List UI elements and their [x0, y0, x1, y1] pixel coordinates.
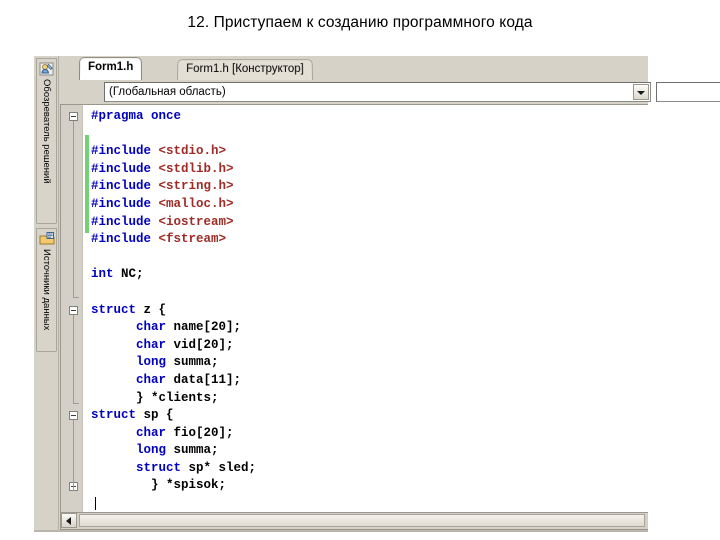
ide-window: Обозреватель решений Источники данных Fo…: [34, 56, 720, 532]
code-token: summa;: [166, 355, 219, 370]
code-token: fio[20];: [166, 425, 234, 440]
document-tab-strip: Form1.h Form1.h [Конструктор]: [59, 56, 648, 80]
scope-combo[interactable]: (Глобальная область): [104, 82, 651, 102]
horizontal-scrollbar[interactable]: [60, 513, 648, 530]
sidebar-item-data-sources[interactable]: Источники данных: [36, 228, 57, 352]
code-line: #include <malloc.h>: [91, 196, 647, 214]
code-editor[interactable]: #pragma once #include <stdio.h> #include …: [60, 104, 648, 513]
sidebar-item-label: Обозреватель решений: [41, 79, 52, 184]
code-line: int NC;: [91, 266, 647, 284]
code-line: char name[20];: [91, 319, 647, 337]
outline-bracket: [73, 314, 74, 403]
outlining-glyph-layer[interactable]: [61, 105, 91, 512]
code-token: struct: [91, 408, 137, 423]
code-token: #include: [91, 144, 159, 159]
code-line: struct z {: [91, 302, 647, 320]
code-token: #include: [91, 196, 159, 211]
collapse-toggle[interactable]: [69, 305, 78, 315]
scrollbar-thumb[interactable]: [79, 514, 645, 527]
code-token: <fstream>: [158, 232, 227, 247]
code-token: vid[20];: [166, 337, 234, 352]
code-line: char data[11];: [91, 372, 647, 390]
member-combo[interactable]: [656, 82, 720, 102]
code-token: char: [136, 320, 167, 335]
arrow-left-icon[interactable]: [61, 513, 77, 528]
collapse-toggle[interactable]: [69, 411, 78, 421]
code-line: long summa;: [91, 354, 647, 372]
code-token: long: [136, 355, 167, 370]
code-line: #include <stdlib.h>: [91, 161, 647, 179]
code-line: } *spisok;: [91, 477, 647, 495]
code-token: summa;: [166, 443, 219, 458]
code-line: struct sp* sled;: [91, 460, 647, 478]
code-token: <iostream>: [158, 214, 234, 229]
code-token: <stdio.h>: [158, 144, 227, 159]
code-token: NC;: [113, 267, 144, 282]
tab-form1-h-designer[interactable]: Form1.h [Конструктор]: [177, 59, 313, 80]
navigation-bar: (Глобальная область): [60, 80, 720, 104]
code-token: sp {: [136, 408, 174, 423]
collapse-toggle[interactable]: [69, 112, 78, 121]
solution-explorer-icon: [39, 61, 55, 77]
code-token: char: [136, 337, 167, 352]
code-line: } *clients;: [91, 390, 647, 408]
code-line: char fio[20];: [91, 425, 647, 443]
code-token: #include: [91, 232, 159, 247]
code-token: struct: [91, 302, 137, 317]
code-token: #include: [91, 161, 159, 176]
code-line: #include <string.h>: [91, 178, 647, 196]
outline-bracket: [73, 420, 74, 491]
code-token: <malloc.h>: [158, 196, 234, 211]
outline-bracket-end: [73, 297, 79, 298]
code-token: } *spisok;: [91, 478, 227, 493]
code-token: name[20];: [166, 320, 242, 335]
code-token: int: [91, 267, 114, 282]
code-line: struct sp {: [91, 407, 647, 425]
code-token: <string.h>: [158, 179, 234, 194]
code-text[interactable]: #pragma once #include <stdio.h> #include …: [91, 105, 647, 512]
code-token: } *clients;: [91, 390, 219, 405]
code-token: char: [136, 425, 167, 440]
code-token: char: [136, 372, 167, 387]
code-line: #pragma once: [91, 108, 647, 126]
outline-bracket: [73, 121, 74, 297]
code-token: sp* sled;: [181, 460, 257, 475]
scope-combo-value: (Глобальная область): [109, 86, 226, 98]
sidebar-item-solution-explorer[interactable]: Обозреватель решений: [36, 58, 57, 224]
code-token: z {: [136, 302, 167, 317]
code-token: #pragma once: [91, 109, 182, 123]
chevron-down-icon[interactable]: [633, 84, 649, 100]
code-token: #include: [91, 214, 159, 229]
sidebar-item-label: Источники данных: [41, 249, 52, 331]
outline-bracket-end: [73, 402, 79, 404]
code-token: struct: [136, 460, 182, 475]
page-title: 12. Приступаем к созданию программного к…: [187, 14, 533, 31]
code-line: #include <iostream>: [91, 214, 647, 232]
code-line: #include <fstream>: [91, 231, 647, 249]
tab-form1-h[interactable]: Form1.h: [79, 57, 143, 80]
window-bottom-edge: [34, 530, 648, 532]
code-line: long summa;: [91, 442, 647, 460]
code-token: long: [136, 443, 167, 458]
editor-pane: Form1.h Form1.h [Конструктор] (Глобальна…: [59, 56, 720, 532]
code-token: data[11];: [166, 372, 242, 387]
code-line: #include <stdio.h>: [91, 143, 647, 161]
side-dock: Обозреватель решений Источники данных: [34, 56, 59, 532]
code-token: <stdlib.h>: [158, 161, 234, 176]
text-caret: [95, 497, 96, 511]
code-line: char vid[20];: [91, 337, 647, 355]
code-token: #include: [91, 179, 159, 194]
data-sources-icon: [39, 231, 55, 247]
